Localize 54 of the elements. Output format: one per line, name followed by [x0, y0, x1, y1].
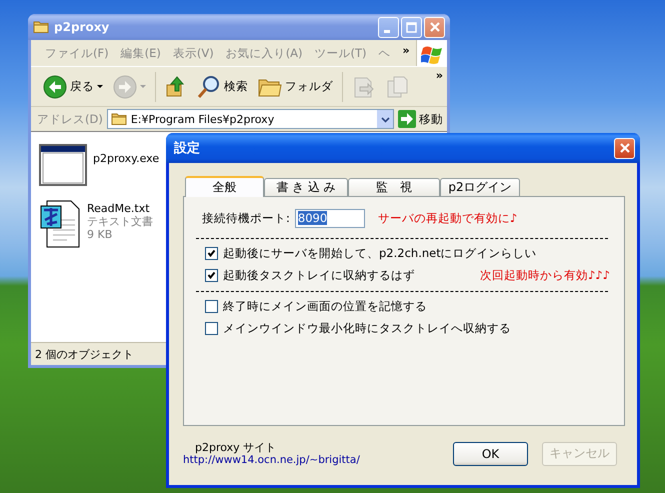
text-document-icon [39, 200, 81, 248]
tab[interactable]: 全般 [185, 176, 264, 197]
dropdown-button[interactable] [377, 110, 393, 128]
program-window-icon [39, 144, 87, 188]
folder-icon [110, 111, 127, 127]
address-field[interactable]: E:¥Program Files¥p2proxy [106, 109, 394, 129]
document-arrow-icon [352, 74, 376, 98]
port-label: 接続待機ポート: [202, 210, 290, 226]
close-button[interactable] [614, 138, 635, 158]
restart-note: 次回起動時から有効♪♪♪ [480, 268, 610, 282]
tab[interactable]: 書 き 込 み [264, 178, 348, 196]
minimize-icon [384, 30, 390, 32]
checkbox-label[interactable]: 起動後タスクトレイに収納するはず [223, 268, 415, 282]
window-title: p2proxy [54, 20, 110, 34]
back-button[interactable]: 戻る [39, 72, 107, 100]
more-button[interactable]: » [396, 42, 416, 59]
file-name[interactable]: p2proxy.exe [93, 152, 160, 165]
ok-button[interactable]: OK [453, 442, 528, 466]
check-icon [207, 271, 216, 279]
dropdown-caret-icon [97, 85, 103, 88]
file-size: 9 KB [87, 228, 114, 241]
tab[interactable]: 監 視 [348, 178, 440, 196]
folder-icon [33, 19, 49, 35]
tab[interactable]: p2ログイン [440, 178, 520, 196]
close-button[interactable] [424, 16, 445, 38]
checkbox-label[interactable]: メインウインドウ最小化時にタスクトレイへ収納する [223, 320, 511, 336]
file-name[interactable]: ReadMe.txt [87, 202, 153, 215]
search-button[interactable]: 検索 [193, 72, 252, 100]
checkbox[interactable] [205, 268, 218, 282]
checkbox[interactable] [205, 300, 218, 312]
folders-button[interactable]: フォルダ [254, 72, 337, 100]
close-icon [428, 20, 442, 34]
restart-note: サーバの再起動で有効に♪ [378, 210, 518, 226]
chevron-down-icon [380, 116, 390, 122]
go-button[interactable]: 移動 [398, 110, 447, 128]
go-arrow-icon [398, 110, 416, 128]
maximize-icon [405, 20, 418, 34]
checkbox[interactable] [205, 322, 218, 334]
dropdown-caret-icon [140, 85, 146, 88]
port-input[interactable]: 8090 [294, 208, 365, 228]
more-button[interactable]: » [436, 69, 443, 82]
address-label: アドレス(D) [37, 112, 103, 126]
file-type: テキスト文書 [87, 215, 153, 228]
check-icon [207, 249, 216, 257]
site-link[interactable]: http://www14.ocn.ne.jp/~brigitta/ [183, 454, 360, 466]
up-folder-icon [165, 74, 187, 98]
site-label: p2proxy サイト [194, 440, 278, 454]
search-icon [197, 74, 221, 98]
checkbox-label[interactable]: 終了時にメイン画面の位置を記憶する [223, 298, 427, 314]
checkbox-label[interactable]: 起動後にサーバを開始して、p2.2ch.netにログインらしい [223, 246, 537, 260]
close-icon [618, 141, 632, 155]
checkbox[interactable] [205, 246, 218, 260]
documents-icon [386, 74, 410, 98]
dialog-title: 設定 [174, 140, 201, 157]
